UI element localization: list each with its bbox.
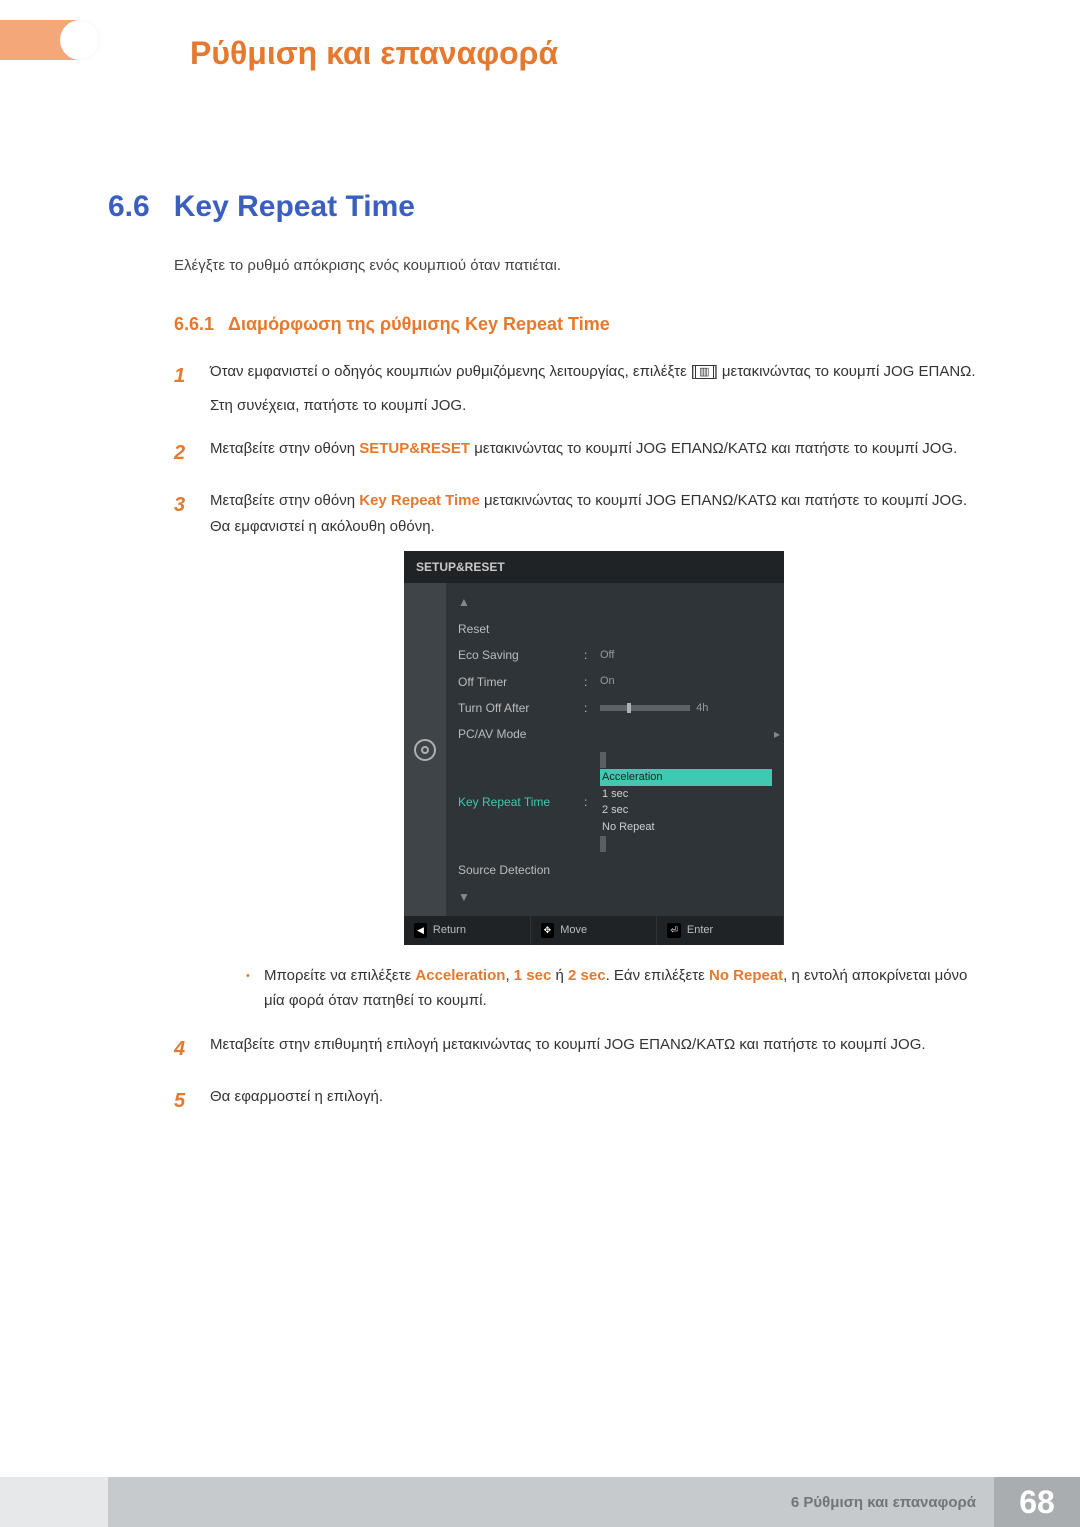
footer-left-gutter (0, 1477, 108, 1527)
highlight-norepeat: No Repeat (709, 967, 783, 984)
osd-dropdown: Acceleration 1 sec 2 sec No Repeat (600, 752, 772, 853)
osd-option: No Repeat (600, 819, 772, 836)
step-number: 5 (174, 1084, 192, 1118)
osd-value: 4h (600, 699, 772, 718)
page-content: 6.6 Key Repeat Time Ελέγξτε το ρυθμό από… (108, 190, 978, 1136)
step-5: 5 Θα εφαρμοστεί η επιλογή. (174, 1084, 978, 1118)
osd-row-arrow: ▼ (446, 884, 784, 910)
note-item: Μπορείτε να επιλέξετε Acceleration, 1 se… (246, 963, 978, 1014)
menu-icon: ▥ (695, 365, 713, 379)
step-body: Μεταβείτε στην επιθυμητή επιλογή μετακιν… (210, 1032, 978, 1066)
osd-label: Key Repeat Time (458, 792, 578, 812)
slider-icon (600, 705, 690, 711)
osd-menu: SETUP&RESET ▲ Reset (404, 551, 784, 945)
osd-row-source: Source Detection (446, 857, 784, 883)
chevron-right-icon: ▸ (774, 724, 780, 744)
note-text: Μπορείτε να επιλέξετε (264, 967, 415, 984)
step-number: 2 (174, 436, 192, 470)
osd-footer-move: Move (560, 921, 587, 940)
gear-icon (414, 739, 436, 761)
step-3: 3 Μεταβείτε στην οθόνη Key Repeat Time μ… (174, 488, 978, 1014)
subsection-number: 6.6.1 (174, 314, 214, 335)
note-text: . Εάν επιλέξετε (606, 967, 709, 984)
step-body: Μεταβείτε στην οθόνη SETUP&RESET μετακιν… (210, 436, 978, 470)
osd-option: 2 sec (600, 802, 772, 819)
section-intro: Ελέγξτε το ρυθμό απόκρισης ενός κουμπιού… (174, 254, 978, 278)
highlight-1sec: 1 sec (514, 967, 552, 984)
section-heading: 6.6 Key Repeat Time (108, 190, 978, 224)
step-text: Όταν εμφανιστεί ο οδηγός κουμπιών ρυθμιζ… (210, 363, 695, 380)
step-text: Μεταβείτε στην οθόνη (210, 492, 359, 509)
note-list: Μπορείτε να επιλέξετε Acceleration, 1 se… (246, 963, 978, 1014)
highlight-key-repeat: Key Repeat Time (359, 492, 480, 509)
highlight-acceleration: Acceleration (415, 967, 505, 984)
osd-row-keyrepeat: Key Repeat Time : Acceleration 1 sec 2 s… (446, 748, 784, 857)
note-text: , (505, 967, 513, 984)
highlight-setup-reset: SETUP&RESET (359, 440, 470, 457)
osd-row-reset: Reset (446, 616, 784, 642)
step-text: ] μετακινώντας το κουμπί JOG ΕΠΑΝΩ. (714, 363, 976, 380)
step-2: 2 Μεταβείτε στην οθόνη SETUP&RESET μετακ… (174, 436, 978, 470)
footer-page-number: 68 (994, 1477, 1080, 1527)
osd-option: 1 sec (600, 786, 772, 803)
step-text: Μεταβείτε στην οθόνη (210, 440, 359, 457)
subsection-heading: 6.6.1 Διαμόρφωση της ρύθμισης Key Repeat… (174, 314, 978, 335)
note-text: ή (551, 967, 568, 984)
section-title: Key Repeat Time (174, 190, 415, 224)
osd-row-turnoff: Turn Off After : 4h (446, 695, 784, 721)
osd-row-reset: ▲ (446, 589, 784, 615)
osd-list: ▲ Reset Eco Saving : Off Off T (446, 583, 784, 916)
steps-list: 1 Όταν εμφανιστεί ο οδηγός κουμπιών ρυθμ… (174, 359, 978, 1118)
osd-label: Off Timer (458, 672, 578, 692)
section-number: 6.6 (108, 190, 150, 224)
osd-sidebar (404, 583, 446, 916)
osd-footer-enter: Enter (687, 921, 713, 940)
key-icon: ◀ (414, 923, 427, 938)
osd-option: Acceleration (600, 769, 772, 786)
osd-row-offtimer: Off Timer : On (446, 669, 784, 695)
step-text: Στη συνέχεια, πατήστε το κουμπί JOG. (210, 397, 466, 414)
step-number: 4 (174, 1032, 192, 1066)
subsection-title: Διαμόρφωση της ρύθμισης Key Repeat Time (228, 314, 610, 335)
step-1: 1 Όταν εμφανιστεί ο οδηγός κουμπιών ρυθμ… (174, 359, 978, 418)
osd-label: PC/AV Mode (458, 724, 578, 744)
chapter-title: Ρύθμιση και επαναφορά (190, 35, 558, 72)
osd-footer: ◀ Return ✥ Move ⏎ Enter (404, 916, 784, 945)
page-footer: 6 Ρύθμιση και επαναφορά 68 (0, 1477, 1080, 1527)
step-number: 1 (174, 359, 192, 418)
key-icon: ✥ (541, 923, 555, 938)
step-body: Θα εφαρμοστεί η επιλογή. (210, 1084, 978, 1118)
osd-value: Off (600, 646, 772, 665)
osd-value: On (600, 672, 772, 691)
osd-footer-return: Return (433, 921, 466, 940)
osd-row-eco: Eco Saving : Off (446, 642, 784, 668)
step-number: 3 (174, 488, 192, 1014)
footer-chapter: 6 Ρύθμιση και επαναφορά (108, 1477, 994, 1527)
step-4: 4 Μεταβείτε στην επιθυμητή επιλογή μετακ… (174, 1032, 978, 1066)
osd-label: Source Detection (458, 860, 578, 880)
osd-label: Eco Saving (458, 645, 578, 665)
step-body: Μεταβείτε στην οθόνη Key Repeat Time μετ… (210, 488, 978, 1014)
step-body: Όταν εμφανιστεί ο οδηγός κουμπιών ρυθμιζ… (210, 359, 978, 418)
osd-title: SETUP&RESET (404, 551, 784, 583)
step-text: μετακινώντας το κουμπί JOG ΕΠΑΝΩ/ΚΑΤΩ κα… (470, 440, 957, 457)
osd-label: Reset (458, 619, 578, 639)
chapter-tab (0, 20, 100, 60)
key-icon: ⏎ (667, 923, 681, 938)
highlight-2sec: 2 sec (568, 967, 606, 984)
osd-row-pcav: PC/AV Mode ▸ (446, 721, 784, 747)
osd-label: Turn Off After (458, 698, 578, 718)
